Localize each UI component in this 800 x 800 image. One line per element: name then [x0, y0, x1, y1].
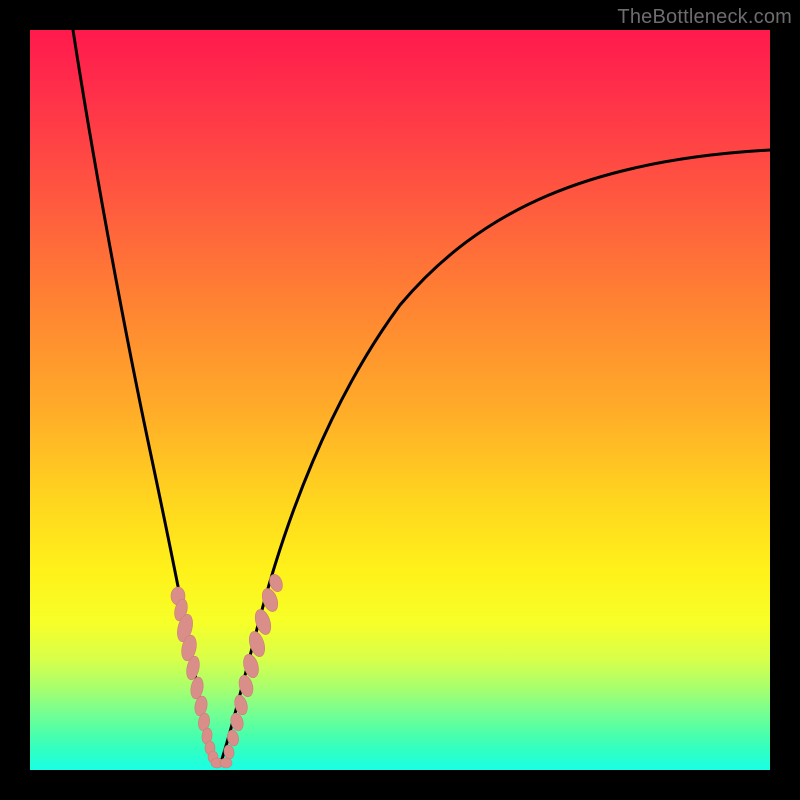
chart-frame: TheBottleneck.com	[0, 0, 800, 800]
curve-left-branch	[73, 30, 216, 765]
watermark-text: TheBottleneck.com	[617, 6, 792, 29]
curve-right-branch	[220, 150, 770, 765]
stipple-cluster-left	[171, 587, 218, 763]
bottleneck-curve	[30, 30, 770, 770]
plot-area	[30, 30, 770, 770]
stipple-cluster-right	[223, 572, 285, 759]
stipple-cluster-bottom	[211, 758, 232, 768]
